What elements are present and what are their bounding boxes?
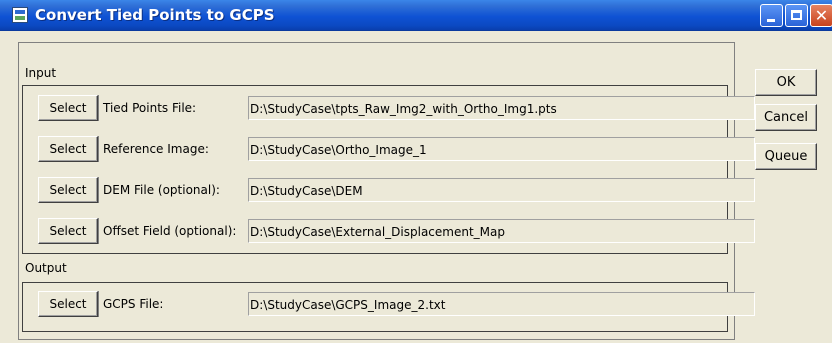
maximize-button[interactable] xyxy=(785,4,808,27)
output-section-label: Output xyxy=(25,261,67,275)
select-tied-points-button[interactable]: Select xyxy=(38,95,98,121)
select-dem-file-button[interactable]: Select xyxy=(38,177,98,203)
input-section-label: Input xyxy=(25,66,57,80)
select-reference-image-button[interactable]: Select xyxy=(38,136,98,162)
title-bar[interactable]: Convert Tied Points to GCPS ✕ xyxy=(0,0,832,31)
gcps-file-field[interactable]: D:\StudyCase\GCPS_Image_2.txt xyxy=(248,292,755,316)
select-gcps-file-button[interactable]: Select xyxy=(38,291,98,317)
offset-field-field[interactable]: D:\StudyCase\External_Displacement_Map xyxy=(248,219,755,243)
reference-image-field[interactable]: D:\StudyCase\Ortho_Image_1 xyxy=(248,137,755,161)
ok-button[interactable]: OK xyxy=(755,69,817,96)
close-button[interactable]: ✕ xyxy=(810,4,832,27)
cancel-button[interactable]: Cancel xyxy=(755,104,817,131)
tied-points-label: Tied Points File: xyxy=(98,95,196,121)
tied-points-field[interactable]: D:\StudyCase\tpts_Raw_Img2_with_Ortho_Im… xyxy=(248,96,755,120)
dem-file-label: DEM File (optional): xyxy=(98,177,220,203)
offset-field-label: Offset Field (optional): xyxy=(98,218,236,244)
app-window-icon xyxy=(12,7,28,23)
queue-button[interactable]: Queue xyxy=(755,143,817,170)
reference-image-label: Reference Image: xyxy=(98,136,209,162)
maximize-icon xyxy=(791,10,802,20)
close-icon: ✕ xyxy=(814,6,829,25)
minimize-icon xyxy=(767,19,775,22)
minimize-button[interactable] xyxy=(760,4,783,27)
select-offset-field-button[interactable]: Select xyxy=(38,218,98,244)
window-title: Convert Tied Points to GCPS xyxy=(35,6,275,24)
dem-file-field[interactable]: D:\StudyCase\DEM xyxy=(248,178,755,202)
gcps-file-label: GCPS File: xyxy=(98,291,163,317)
